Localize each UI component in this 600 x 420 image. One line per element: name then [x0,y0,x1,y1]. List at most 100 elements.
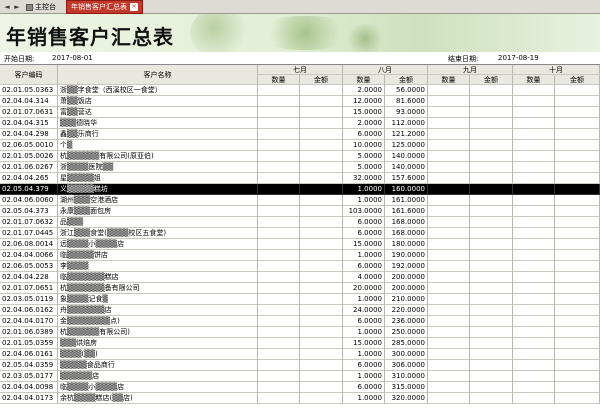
table-row[interactable]: 02.05.04.373 永康▒▒▒面包房 103.0000 161.6000 [0,206,600,217]
cell-oct-qty [513,206,555,217]
table-row[interactable]: 02.04.06.0060 湖州▒▒▒空港酒店 1.0000 161.0000 [0,195,600,206]
tab-home[interactable]: 主控台 [22,1,60,13]
table-row[interactable]: 02.01.06.0389 杭▒▒▒▒▒▒有限公司) 1.0000 250.0000 [0,327,600,338]
date-range: 开始日期: 2017-08-01 结束日期: 2017-08-19 [0,52,600,64]
column-header-amount[interactable]: 金额 [300,75,343,85]
cell-sep-qty [428,283,470,294]
cell-jul-amount [300,272,343,283]
cell-oct-qty [513,96,555,107]
cell-sep-qty [428,173,470,184]
cell-aug-qty: 1.0000 [343,184,385,195]
cell-customer-name: 临▒▒▒▒小▒▒▒▒店 [58,382,258,393]
cell-oct-amount [555,184,600,195]
cell-oct-amount [555,283,600,294]
column-header-month[interactable]: 十月 [513,65,600,75]
table-row[interactable]: 02.06.08.0014 远▒▒▒▒小▒▒▒▒店 15.0000 180.0000 [0,239,600,250]
table-row[interactable]: 02.04.04.0098 临▒▒▒▒小▒▒▒▒店 6.0000 315.0000 [0,382,600,393]
table-row[interactable]: 02.01.07.0632 品▒▒▒ 6.0000 168.0000 [0,217,600,228]
table-row[interactable]: 02.01.05.0359 ▒▒▒烘焙房 15.0000 285.0000 [0,338,600,349]
table-row[interactable]: 02.06.05.0010 个▒ 10.0000 125.0000 [0,140,600,151]
cell-customer-name: 永康▒▒▒面包房 [58,206,258,217]
cell-sep-amount [470,195,513,206]
table-row[interactable]: 02.01.05.0363 浙▒▒字食堂（西溪校区一食堂） 2.0000 56.000… [0,85,600,96]
cell-customer-name: 余杭▒▒▒▒糕店(▒▒店) [58,393,258,404]
table-row[interactable]: 02.04.06.0162 舟▒▒▒▒▒▒▒店 24.0000 220.0000 [0,305,600,316]
cell-oct-qty [513,228,555,239]
table-row[interactable]: 02.01.07.0631 富▒▒营达 15.0000 93.0000 [0,107,600,118]
tab-active-label: 年销售客户汇总表 [71,3,127,11]
column-header-amount[interactable]: 金额 [555,75,600,85]
column-header-qty[interactable]: 数量 [258,75,300,85]
column-header-qty[interactable]: 数量 [428,75,470,85]
column-header-month[interactable]: 七月 [258,65,343,75]
banner-decoration [260,16,350,50]
cell-customer-code: 02.01.05.0363 [0,85,58,96]
cell-aug-qty: 2.0000 [343,118,385,129]
table-row[interactable]: 02.01.07.0651 杭▒▒▒▒▒▒▒备有限公司 20.0000 200.000… [0,283,600,294]
cell-sep-amount [470,283,513,294]
cell-aug-amount: 285.0000 [385,338,428,349]
table-row[interactable]: 02.04.04.314 萧▒▒饭店 12.0000 81.6000 [0,96,600,107]
cell-sep-amount [470,140,513,151]
table-row[interactable]: 02.04.04.298 鑫▒▒乐商行 6.0000 121.2000 [0,129,600,140]
table-row[interactable]: 02.04.04.0066 临▒▒▒▒▒饼店 1.0000 190.0000 [0,250,600,261]
cell-oct-qty [513,360,555,371]
cell-oct-amount [555,327,600,338]
table-row[interactable]: 02.05.04.379 义▒▒▒▒▒糕坊 1.0000 160.0000 [0,184,600,195]
cell-sep-qty [428,217,470,228]
cell-oct-amount [555,349,600,360]
table-row[interactable]: 02.01.05.0026 杭▒▒▒▒▒▒有限公司(原亚伯) 5.0000 140.0… [0,151,600,162]
tab-annual-sales-summary[interactable]: 年销售客户汇总表 × [66,0,143,14]
cell-customer-code: 02.04.04.0098 [0,382,58,393]
table-row[interactable]: 02.01.07.0445 浙江▒▒▒食堂(▒▒▒▒校区五食堂) 6.0000 168… [0,228,600,239]
cell-sep-qty [428,162,470,173]
table-row[interactable]: 02.04.06.0161 ▒▒▒▒(▒▒) 1.0000 300.0000 [0,349,600,360]
table-row[interactable]: 02.03.05.0177 ▒▒▒▒▒▒店 1.0000 310.0000 [0,371,600,382]
cell-oct-amount [555,206,600,217]
column-header-qty[interactable]: 数量 [343,75,385,85]
cell-sep-qty [428,140,470,151]
table-row[interactable]: 02.04.04.0170 金▒▒▒▒▒▒▒▒点) 6.0000 236.0000 [0,316,600,327]
cell-jul-amount [300,85,343,96]
cell-oct-amount [555,250,600,261]
cell-customer-code: 02.04.04.298 [0,129,58,140]
cell-customer-name: ▒▒▒▒▒食品商行 [58,360,258,371]
table-row[interactable]: 02.06.05.0053 李▒▒▒▒ 6.0000 192.0000 [0,261,600,272]
cell-customer-name: 临▒▒▒▒▒饼店 [58,250,258,261]
cell-sep-amount [470,118,513,129]
table-row[interactable]: 02.04.04.0173 余杭▒▒▒▒糕店(▒▒店) 1.0000 320.0000 [0,393,600,404]
column-header-qty[interactable]: 数量 [513,75,555,85]
cell-oct-amount [555,393,600,404]
column-header-month[interactable]: 九月 [428,65,513,75]
column-header-month[interactable]: 八月 [343,65,428,75]
column-header-amount[interactable]: 金额 [385,75,428,85]
tab-scroll-right-icon[interactable]: ► [12,2,22,12]
cell-customer-code: 02.04.04.228 [0,272,58,283]
cell-jul-qty [258,393,300,404]
cell-aug-amount: 56.0000 [385,85,428,96]
cell-customer-code: 02.03.05.0177 [0,371,58,382]
cell-aug-amount: 192.0000 [385,261,428,272]
table-row[interactable]: 02.04.04.315 ▒▒▒德晓华 2.0000 112.0000 [0,118,600,129]
tab-scroll-left-icon[interactable]: ◄ [2,2,12,12]
table-row[interactable]: 02.01.06.0267 浙▒▒▒▒医院▒▒ 5.0000 140.0000 [0,162,600,173]
table-row[interactable]: 02.04.04.228 临▒▒▒▒▒▒▒糕店 4.0000 200.0000 [0,272,600,283]
table-row[interactable]: 02.04.04.265 星▒▒▒▒▒姐 32.0000 157.6000 [0,173,600,184]
cell-oct-qty [513,371,555,382]
cell-sep-amount [470,294,513,305]
cell-sep-qty [428,228,470,239]
cell-sep-qty [428,360,470,371]
cell-sep-qty [428,349,470,360]
cell-customer-name: 浙江▒▒▒食堂(▒▒▒▒校区五食堂) [58,228,258,239]
column-header-code[interactable]: 客户编码 [0,65,58,85]
cell-oct-qty [513,151,555,162]
close-icon[interactable]: × [130,3,138,11]
column-header-name[interactable]: 客户名称 [58,65,258,85]
cell-aug-qty: 15.0000 [343,239,385,250]
column-header-amount[interactable]: 金额 [470,75,513,85]
cell-jul-amount [300,129,343,140]
banner-decoration [190,14,250,52]
cell-customer-name: 湖州▒▒▒空港酒店 [58,195,258,206]
table-row[interactable]: 02.05.04.0359 ▒▒▒▒▒食品商行 6.0000 306.0000 [0,360,600,371]
table-row[interactable]: 02.03.05.0119 象▒▒▒▒记食▒ 1.0000 210.0000 [0,294,600,305]
